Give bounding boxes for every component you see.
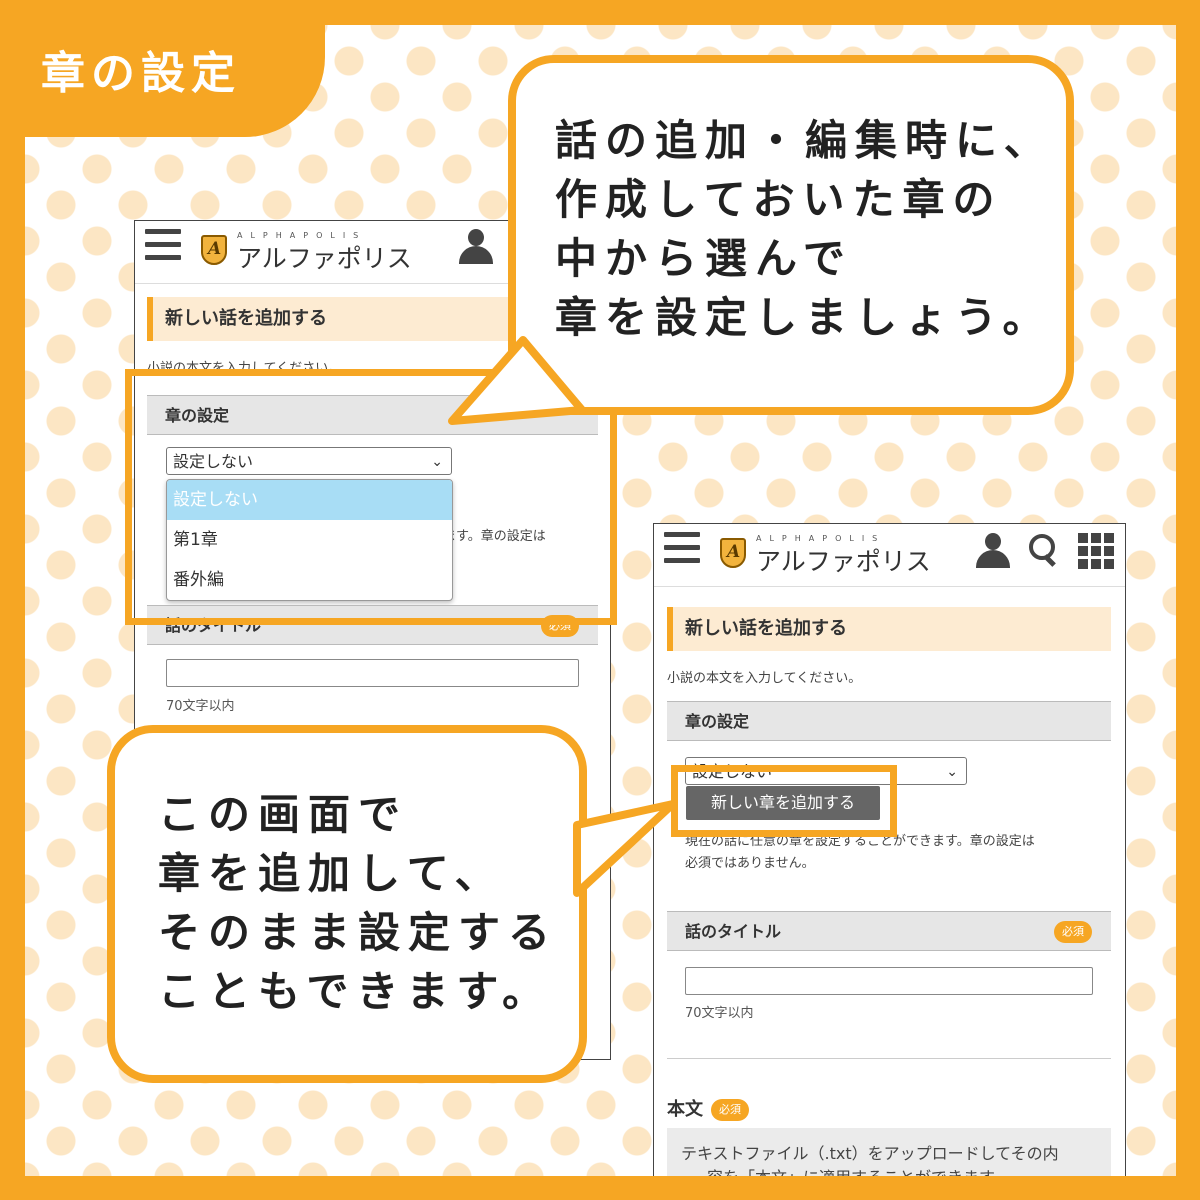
callout-line-4: こともできます。 xyxy=(158,967,553,1016)
callout-line-1: 話の追加・編集時に、 xyxy=(555,116,1054,165)
callout-line-2: 作成しておいた章の xyxy=(555,175,1003,224)
callout-line-2: 章を追加して、 xyxy=(158,849,505,898)
callout-line-3: 中から選んで xyxy=(555,234,853,283)
page-frame: 章の設定 A ALPHAPOLIS アルファポリス 新しい話を追加する 小説の本… xyxy=(0,0,1200,1200)
dotted-background: 章の設定 A ALPHAPOLIS アルファポリス 新しい話を追加する 小説の本… xyxy=(25,25,1176,1176)
callout-line-1: この画面で xyxy=(158,790,409,839)
bottom-callout-text: この画面で章を追加して、そのまま設定する こともできます。 xyxy=(158,785,558,1021)
top-callout-text: 話の追加・編集時に、 作成しておいた章の 中から選んで章を設定しましょう。 xyxy=(555,111,1054,347)
callout-line-4: 章を設定しましょう。 xyxy=(555,293,1053,342)
callout-line-3: そのまま設定する xyxy=(158,908,559,957)
